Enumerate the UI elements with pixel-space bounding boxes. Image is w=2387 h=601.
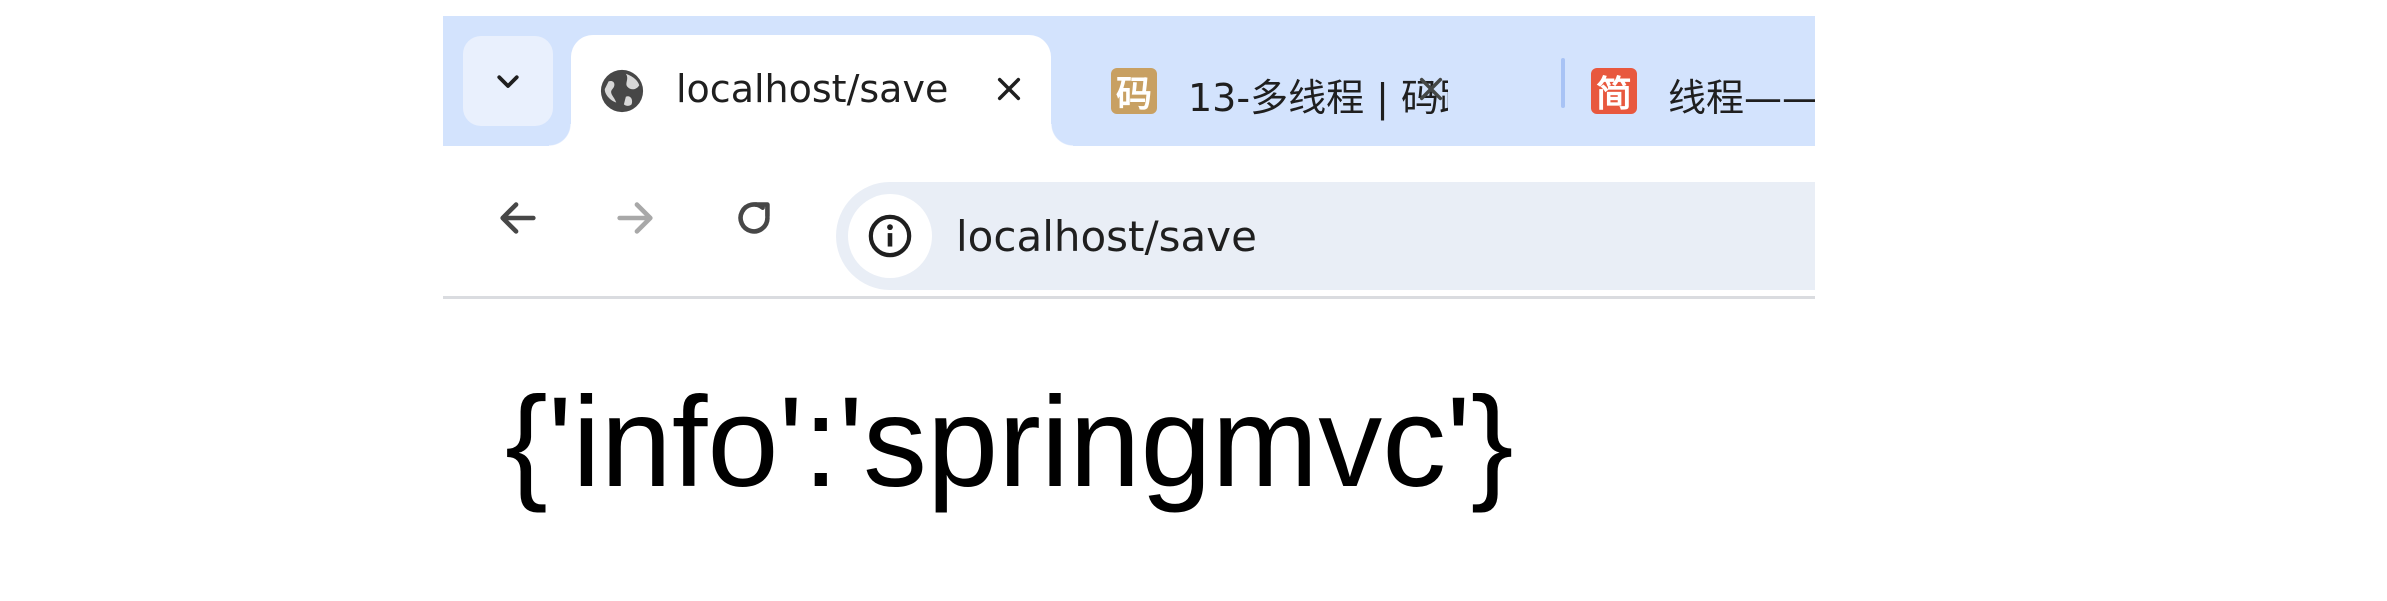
ma-logo-icon: 码 — [1111, 68, 1157, 115]
forward-button[interactable] — [605, 188, 665, 248]
globe-icon — [600, 69, 644, 113]
reload-button[interactable] — [724, 188, 784, 248]
tab-active[interactable]: localhost/save — [549, 35, 1073, 146]
page-content: {'info':'springmvc'} — [443, 299, 1815, 601]
site-info-button[interactable] — [848, 194, 932, 278]
reload-icon — [738, 202, 770, 234]
browser-window: localhost/save 码 13-多线程 | 码路 简 线程—— — [443, 16, 1815, 601]
url-text[interactable]: localhost/save — [956, 212, 1257, 261]
tab-strip: localhost/save 码 13-多线程 | 码路 简 线程—— — [443, 16, 1815, 146]
tab-title: localhost/save — [676, 67, 949, 111]
address-bar[interactable]: localhost/save — [836, 182, 1815, 290]
arrow-right-icon — [617, 202, 653, 234]
close-icon — [1419, 77, 1443, 101]
chevron-down-icon — [497, 75, 519, 88]
close-icon — [997, 77, 1021, 101]
tab-2[interactable]: 码 13-多线程 | 码路 — [1083, 35, 1463, 146]
tab-close-button[interactable] — [1407, 65, 1455, 113]
back-button[interactable] — [488, 188, 548, 248]
arrow-left-icon — [500, 202, 536, 234]
json-response-text: {'info':'springmvc'} — [505, 371, 1514, 514]
toolbar: localhost/save — [443, 146, 1815, 292]
tab-title: 线程—— — [1668, 76, 1815, 120]
tab-3[interactable]: 简 线程—— — [1563, 35, 1815, 146]
info-icon — [868, 214, 912, 258]
tab-search-button[interactable] — [463, 36, 553, 126]
tab-close-button[interactable] — [985, 65, 1033, 113]
jian-logo-icon: 简 — [1591, 68, 1637, 115]
